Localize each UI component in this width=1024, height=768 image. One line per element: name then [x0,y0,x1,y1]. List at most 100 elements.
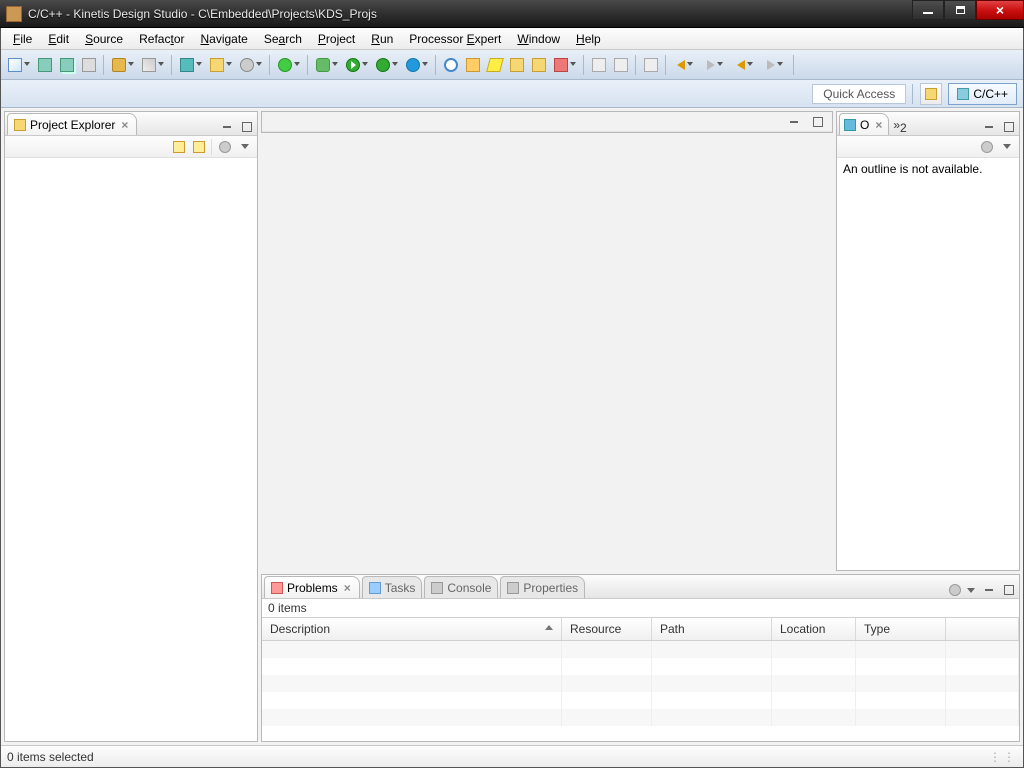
tab-problems[interactable]: Problems × [264,576,360,598]
profile-button[interactable] [403,55,431,75]
close-button[interactable]: × [976,0,1024,20]
maximize-view-button[interactable] [1001,582,1017,598]
tab-properties[interactable]: Properties [500,576,585,598]
outline-filter-button[interactable] [979,139,995,155]
forward-icon [767,60,775,70]
new-button[interactable] [5,55,33,75]
toggle-icon [614,58,628,72]
problems-table[interactable]: Description Resource Path Location Type [262,617,1019,741]
print-button[interactable] [79,55,99,75]
search-button[interactable] [441,55,461,75]
new-c-class-button[interactable] [177,55,205,75]
outline-tab[interactable]: O × [839,113,889,135]
build-config-button[interactable] [139,55,167,75]
menu-project[interactable]: Project [310,30,363,48]
menu-edit[interactable]: Edit [40,30,77,48]
nav-back-button[interactable] [731,55,759,75]
view-menu-button[interactable] [963,582,979,598]
table-row[interactable] [262,709,1019,726]
menu-source[interactable]: Source [77,30,131,48]
menu-help[interactable]: Help [568,30,609,48]
brush-button[interactable] [551,55,579,75]
perspective-c-cpp[interactable]: C/C++ [948,83,1017,105]
menu-refactor[interactable]: Refactor [131,30,192,48]
close-icon[interactable]: × [873,118,884,132]
new-c-folder-button[interactable] [207,55,235,75]
maximize-view-button[interactable] [1001,119,1017,135]
save-button[interactable] [35,55,55,75]
back-button[interactable] [671,55,699,75]
column-path[interactable]: Path [652,618,772,640]
link-editor-button[interactable] [191,139,207,155]
app-icon [6,6,22,22]
collapse-all-button[interactable] [171,139,187,155]
save-all-button[interactable] [57,55,77,75]
main-toolbar [1,50,1023,80]
window-buttons: × [912,0,1024,27]
window-title: C/C++ - Kinetis Design Studio - C\Embedd… [28,7,912,21]
minimize-view-button[interactable] [981,582,997,598]
project-explorer-body[interactable] [5,158,257,741]
table-row[interactable] [262,692,1019,709]
minimize-button[interactable] [912,0,944,20]
editor-area[interactable] [261,111,833,133]
build-button[interactable] [109,55,137,75]
view-menu-button[interactable] [237,139,253,155]
search-icon [444,58,458,72]
nav-forward-button[interactable] [761,55,789,75]
maximize-button[interactable] [944,0,976,20]
new-c-file-button[interactable] [237,55,265,75]
run-button[interactable] [343,55,371,75]
column-type[interactable]: Type [856,618,946,640]
run-last-button[interactable] [373,55,401,75]
menu-search[interactable]: Search [256,30,310,48]
project-explorer-tab[interactable]: Project Explorer × [7,113,137,135]
pin-button[interactable] [641,55,661,75]
resize-grip[interactable]: ⋮⋮ [989,750,1017,764]
flash-button[interactable] [485,55,505,75]
table-row[interactable] [262,641,1019,658]
c-cpp-icon [957,88,969,100]
menu-file[interactable]: File [5,30,40,48]
view-filter-button[interactable] [217,139,233,155]
menu-navigate[interactable]: Navigate [192,30,255,48]
minimize-view-button[interactable] [219,119,235,135]
close-icon[interactable]: × [342,581,353,595]
tab-tasks[interactable]: Tasks [362,576,423,598]
client-area: File Edit Source Refactor Navigate Searc… [0,28,1024,768]
center-top-row: O × »2 [261,111,1020,571]
maximize-editor-button[interactable] [810,114,826,130]
separator [912,84,914,104]
bottom-tabbar: Problems × Tasks Console [262,575,1019,599]
menu-run[interactable]: Run [363,30,401,48]
forward-button[interactable] [701,55,729,75]
menu-processor-expert[interactable]: Processor Expert [401,30,509,48]
debug-button[interactable] [313,55,341,75]
toggle-mark-button[interactable] [589,55,609,75]
skip-icon [466,58,480,72]
right-column: O × »2 [836,111,1020,571]
titlebar[interactable]: C/C++ - Kinetis Design Studio - C\Embedd… [0,0,1024,28]
table-row[interactable] [262,675,1019,692]
column-description[interactable]: Description [262,618,562,640]
hidden-tabs-indicator[interactable]: »2 [889,118,910,135]
tab-label: Tasks [385,581,416,595]
close-icon[interactable]: × [119,118,130,132]
skip-breakpoints-button[interactable] [463,55,483,75]
menu-window[interactable]: Window [509,30,568,48]
minimize-view-button[interactable] [981,119,997,135]
quick-access-field[interactable]: Quick Access [812,84,906,104]
minimize-editor-button[interactable] [786,114,802,130]
view-menu-button[interactable] [999,139,1015,155]
open-task-button[interactable] [529,55,549,75]
table-row[interactable] [262,658,1019,675]
maximize-view-button[interactable] [239,119,255,135]
open-perspective-button[interactable] [920,83,942,105]
toggle-block-button[interactable] [611,55,631,75]
open-type-button[interactable] [507,55,527,75]
column-location[interactable]: Location [772,618,856,640]
refresh-button[interactable] [275,55,303,75]
problems-filter-button[interactable] [947,582,963,598]
tab-console[interactable]: Console [424,576,498,598]
column-resource[interactable]: Resource [562,618,652,640]
